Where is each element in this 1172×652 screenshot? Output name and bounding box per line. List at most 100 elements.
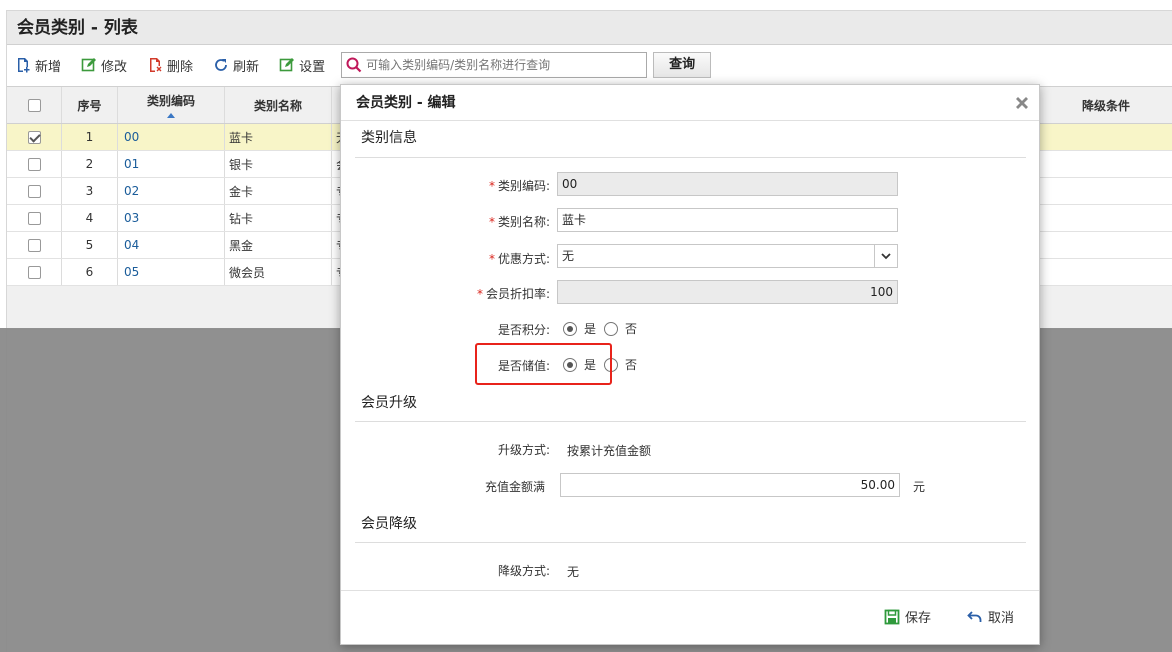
- row-checkbox-cell[interactable]: [7, 178, 62, 204]
- edit-button[interactable]: 修改: [81, 56, 127, 75]
- delete-button[interactable]: 删除: [147, 56, 193, 75]
- close-icon[interactable]: [1013, 94, 1031, 112]
- dropdown-toggle[interactable]: [874, 245, 897, 267]
- row-code[interactable]: 01: [118, 151, 225, 177]
- required-mark: *: [488, 179, 495, 193]
- search-box[interactable]: [341, 52, 648, 78]
- refresh-button[interactable]: 刷新: [213, 56, 259, 75]
- section-divider: [355, 157, 1026, 158]
- edit-icon: [81, 58, 97, 72]
- code-field: 00: [557, 172, 898, 196]
- code-label: * 类别编码:: [489, 177, 550, 194]
- row-code[interactable]: 00: [118, 124, 225, 150]
- row-checkbox[interactable]: [27, 184, 41, 198]
- new-file-icon: [18, 58, 30, 73]
- row-checkbox-cell[interactable]: [7, 232, 62, 258]
- settings-edit-icon: [279, 58, 295, 72]
- col-code-label: 类别编码: [146, 94, 195, 108]
- row-name: 黑金: [225, 232, 332, 258]
- row-checkbox[interactable]: [27, 238, 41, 252]
- required-mark: *: [488, 215, 495, 229]
- top-strip: [0, 0, 1172, 10]
- dialog-header: 会员类别 - 编辑: [341, 85, 1039, 121]
- name-label-text: 类别名称:: [497, 215, 550, 229]
- col-name: 类别名称: [225, 87, 332, 123]
- col-code[interactable]: 类别编码: [118, 87, 225, 123]
- save-label: 保存: [905, 611, 932, 626]
- add-label: 新增: [35, 59, 62, 75]
- page-title: 会员类别 - 列表: [7, 11, 1172, 45]
- highlight-annotation: [475, 343, 612, 385]
- settings-button[interactable]: 设置: [279, 56, 325, 75]
- dialog-title: 会员类别 - 编辑: [356, 95, 456, 111]
- row-checkbox-cell[interactable]: [7, 259, 62, 285]
- save-icon: [884, 609, 900, 624]
- points-yes-label: 是: [584, 322, 597, 336]
- row-code[interactable]: 04: [118, 232, 225, 258]
- edit-label: 修改: [101, 59, 128, 75]
- points-label: 是否积分:: [497, 323, 550, 337]
- row-no: 4: [62, 205, 118, 231]
- discount-rate-field: 100: [557, 280, 898, 304]
- section-divider: [355, 542, 1026, 543]
- downgrade-mode-value: 无: [567, 565, 580, 579]
- downgrade-mode-label: 降级方式:: [497, 564, 550, 578]
- row-name: 蓝卡: [225, 124, 332, 150]
- section-divider: [355, 421, 1026, 422]
- row-name: 微会员: [225, 259, 332, 285]
- required-mark: *: [476, 287, 483, 301]
- refresh-label: 刷新: [233, 59, 260, 75]
- name-label: * 类别名称:: [489, 213, 550, 230]
- amount-unit: 元: [913, 480, 926, 494]
- section-info-title: 类别信息: [361, 130, 417, 146]
- undo-icon: [967, 610, 982, 622]
- row-code[interactable]: 05: [118, 259, 225, 285]
- row-name: 金卡: [225, 178, 332, 204]
- discount-mode-value: 无: [562, 249, 575, 263]
- amount-field[interactable]: 50.00: [560, 473, 900, 497]
- row-checkbox[interactable]: [27, 157, 41, 171]
- discount-mode-select[interactable]: 无: [557, 244, 898, 268]
- add-button[interactable]: 新增: [15, 56, 61, 75]
- required-mark: *: [488, 252, 495, 266]
- row-checkbox-cell[interactable]: [7, 151, 62, 177]
- row-no: 3: [62, 178, 118, 204]
- cancel-button[interactable]: 取消: [967, 607, 1014, 626]
- row-code[interactable]: 03: [118, 205, 225, 231]
- row-checkbox-cell[interactable]: [7, 124, 62, 150]
- toolbar: 新增 修改 删除 刷新 设置 可输入类别编码/类别名称进行查询 查询: [7, 45, 1172, 85]
- row-code[interactable]: 02: [118, 178, 225, 204]
- dialog-footer: 保存 取消: [341, 590, 1039, 644]
- select-all-checkbox[interactable]: [27, 98, 41, 112]
- stored-no-label: 否: [625, 358, 638, 372]
- row-checkbox[interactable]: [27, 265, 41, 279]
- save-button[interactable]: 保存: [884, 607, 931, 626]
- search-input[interactable]: [366, 58, 637, 72]
- row-no: 1: [62, 124, 118, 150]
- header-checkbox-cell[interactable]: [7, 87, 62, 123]
- points-no-label: 否: [625, 322, 638, 336]
- upgrade-mode-value: 按累计充值金额: [567, 444, 652, 458]
- search-button[interactable]: 查询: [653, 52, 712, 78]
- row-no: 2: [62, 151, 118, 177]
- delete-file-icon: [150, 58, 162, 72]
- row-checkbox[interactable]: [27, 130, 41, 144]
- search-icon: [346, 57, 362, 73]
- name-field[interactable]: 蓝卡: [557, 208, 898, 232]
- points-radio-group: 是 否: [563, 320, 645, 337]
- row-no: 6: [62, 259, 118, 285]
- section-upgrade-title: 会员升级: [361, 395, 417, 411]
- delete-label: 删除: [167, 59, 194, 75]
- row-checkbox[interactable]: [27, 211, 41, 225]
- row-checkbox-cell[interactable]: [7, 205, 62, 231]
- chevron-down-icon: [881, 252, 891, 259]
- points-no-radio[interactable]: [604, 321, 619, 336]
- discount-mode-label: * 优惠方式:: [489, 250, 550, 267]
- points-yes-radio[interactable]: [563, 321, 577, 336]
- row-no: 5: [62, 232, 118, 258]
- edit-dialog: 会员类别 - 编辑 类别信息 * 类别编码: 00 * 类别名称: 蓝卡 * 优惠方式…: [340, 84, 1040, 645]
- settings-label: 设置: [299, 59, 326, 75]
- discount-mode-label-text: 优惠方式:: [497, 252, 550, 266]
- col-no: 序号: [62, 87, 118, 123]
- discount-rate-label-text: 会员折扣率:: [485, 287, 550, 301]
